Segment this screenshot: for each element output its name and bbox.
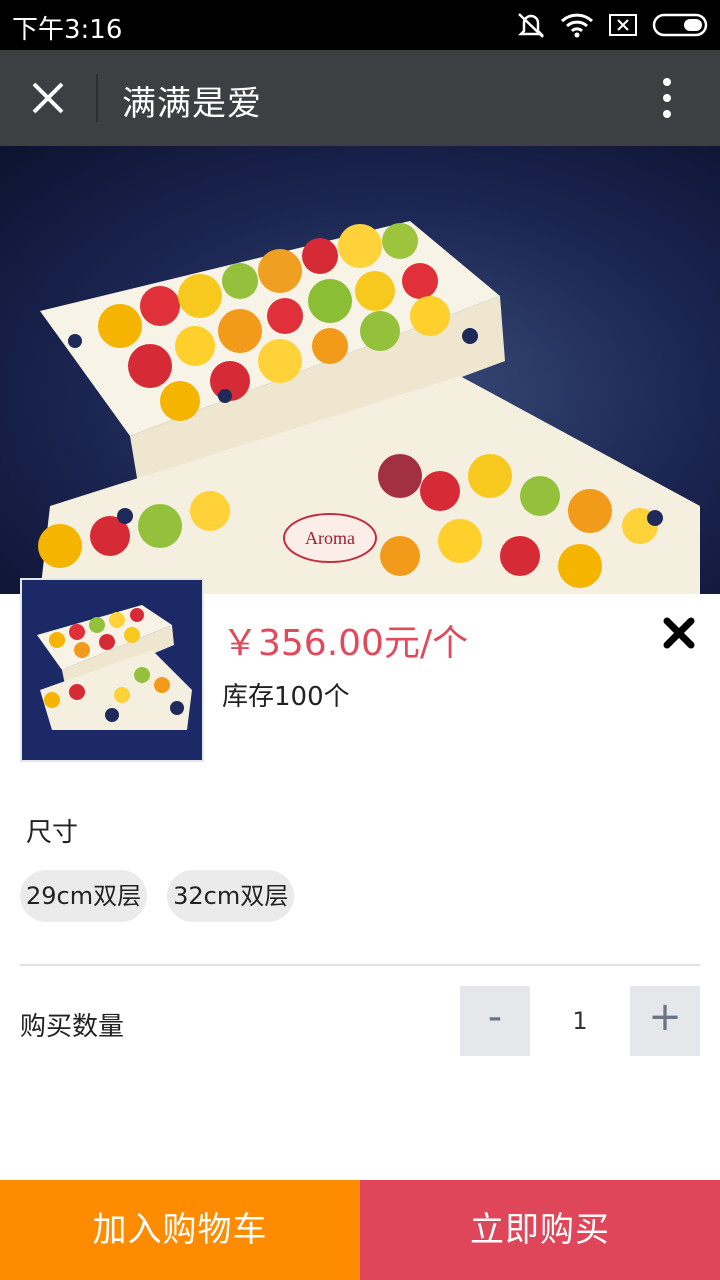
size-label: 尺寸: [26, 818, 79, 848]
product-hero-image: Aroma: [0, 146, 720, 594]
quantity-value[interactable]: 1: [530, 986, 630, 1056]
product-thumbnail: [20, 578, 204, 762]
bottom-action-bar: 加入购物车 立即购买: [0, 1180, 720, 1280]
title-divider: [96, 74, 98, 122]
quantity-label: 购买数量: [20, 1012, 125, 1042]
battery-icon: [652, 13, 710, 37]
title-bar: 满满是爱: [0, 50, 720, 146]
sku-sheet: ￥356.00元/个 库存100个 尺寸 29cm双层 32cm双层 购买数量 …: [0, 578, 720, 1180]
product-price: ￥356.00元/个: [222, 623, 469, 664]
page-title: 满满是爱: [122, 84, 262, 124]
close-icon[interactable]: [26, 76, 70, 120]
cake-illustration: Aroma: [38, 221, 700, 594]
size-option-32cm[interactable]: 32cm双层: [167, 870, 295, 922]
more-menu-icon[interactable]: [652, 76, 682, 120]
buy-now-button[interactable]: 立即购买: [360, 1180, 720, 1280]
status-time: 下午3:16: [12, 15, 123, 45]
status-bar: 下午3:16: [0, 0, 720, 50]
divider: [20, 964, 700, 966]
wifi-icon: [560, 12, 594, 38]
size-option-29cm[interactable]: 29cm双层: [20, 870, 148, 922]
product-stock: 库存100个: [222, 682, 350, 712]
mute-icon: [516, 11, 546, 39]
status-icons: [502, 10, 710, 40]
no-sim-icon: [608, 13, 638, 37]
size-options: 29cm双层 32cm双层: [20, 870, 314, 922]
close-sheet-icon[interactable]: [662, 616, 696, 650]
brand-text: Aroma: [305, 528, 355, 548]
quantity-increase-button[interactable]: +: [630, 986, 700, 1056]
add-to-cart-button[interactable]: 加入购物车: [0, 1180, 360, 1280]
quantity-decrease-button[interactable]: -: [460, 986, 530, 1056]
